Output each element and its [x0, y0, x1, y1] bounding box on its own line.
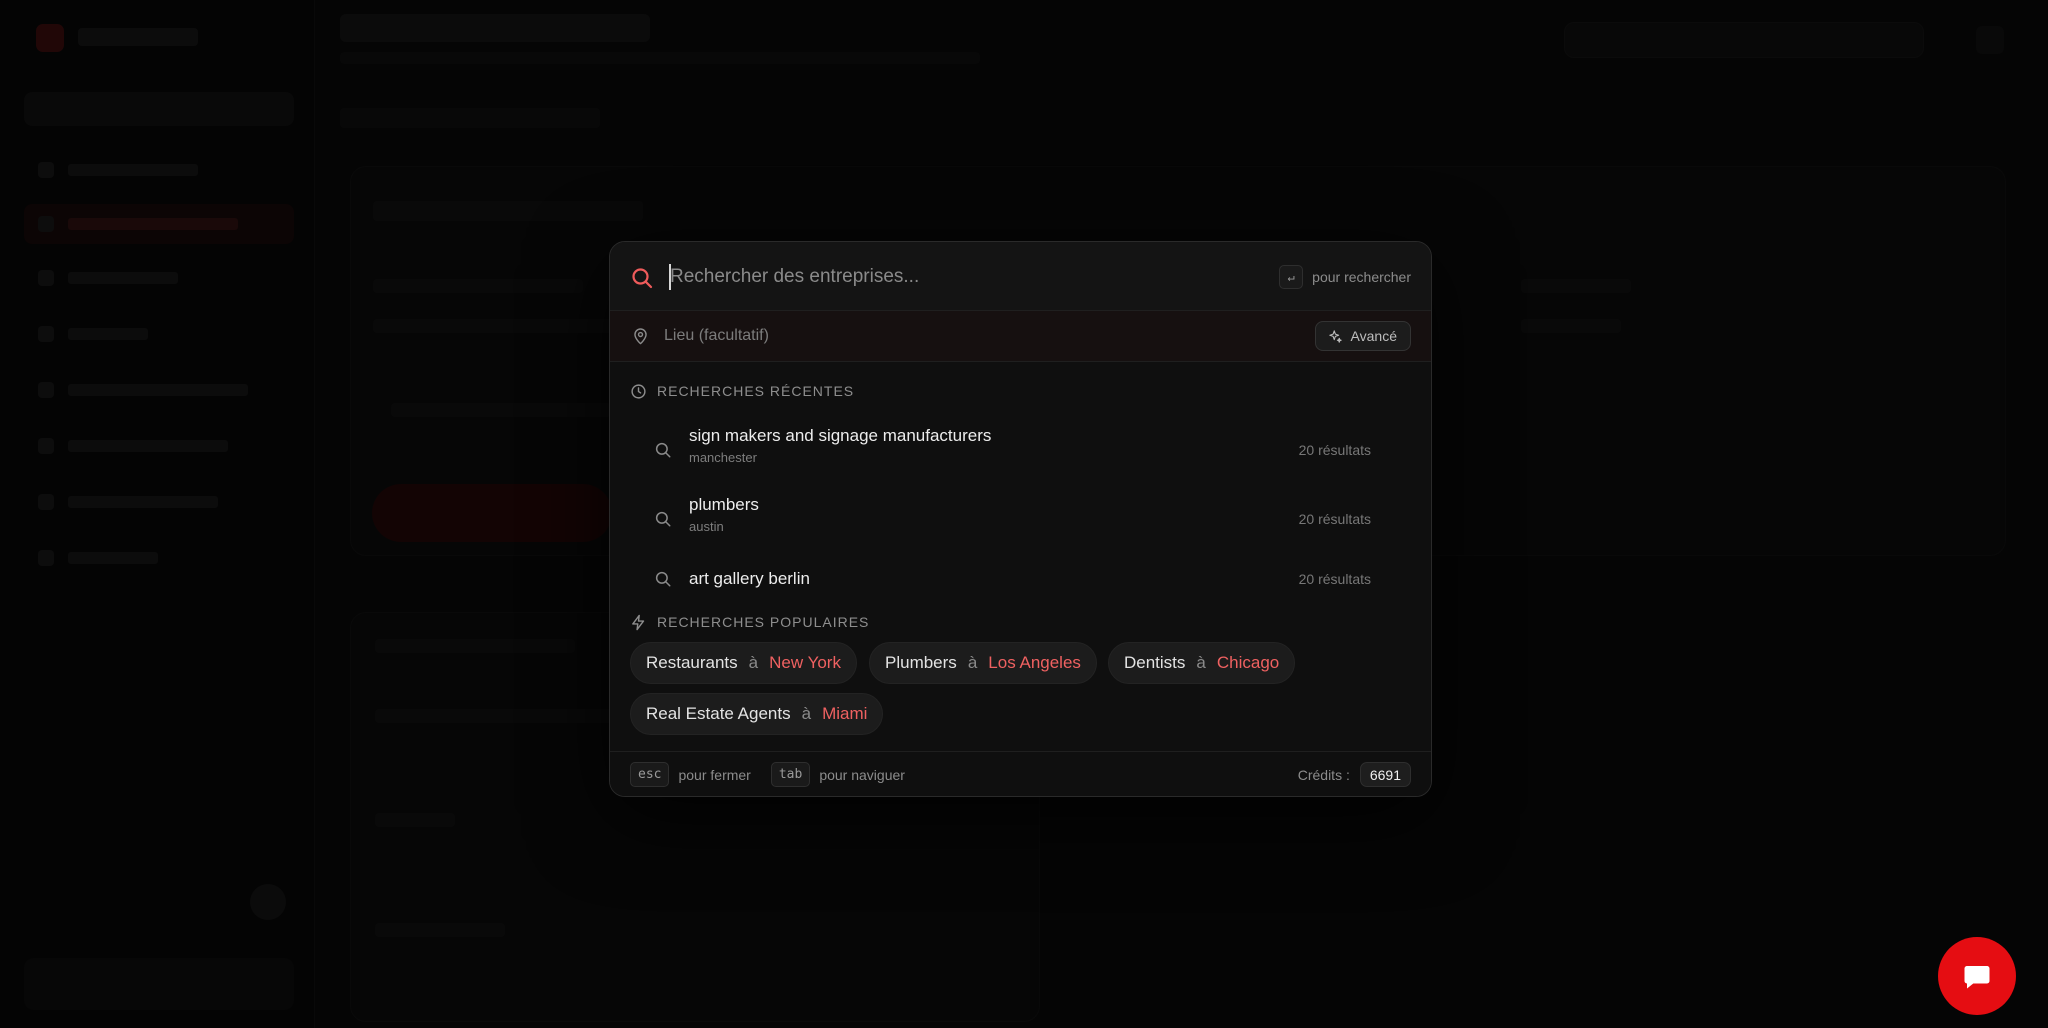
search-input[interactable]	[670, 260, 1230, 294]
recent-search-title: plumbers	[689, 495, 759, 514]
palette-footer: esc pour fermer tab pour naviguer Crédit…	[610, 751, 1431, 796]
search-icon	[655, 511, 671, 527]
location-row: Avancé	[610, 311, 1431, 362]
recent-search-count: 20 résultats	[1298, 511, 1371, 527]
search-palette: ↵ pour rechercher Avancé RECHERCHES RÉCE…	[609, 241, 1432, 797]
tab-key: tab	[770, 762, 811, 787]
recent-search-item[interactable]: plumbers austin 20 résultats	[630, 487, 1413, 551]
recent-search-title: art gallery berlin	[689, 569, 810, 588]
popular-search-chip[interactable]: Plumbers à Los Angeles	[869, 642, 1097, 684]
clock-icon	[631, 383, 646, 399]
popular-search-chip[interactable]: Restaurants à New York	[630, 642, 857, 684]
enter-key: ↵	[1279, 265, 1304, 289]
credits-label: Crédits :	[1297, 766, 1350, 783]
map-pin-icon	[634, 328, 647, 345]
advanced-label: Avancé	[1350, 328, 1397, 344]
text-caret	[669, 264, 671, 290]
tab-hint: pour naviguer	[819, 766, 905, 783]
popular-search-chip[interactable]: Real Estate Agents à Miami	[630, 693, 884, 735]
chat-bubble-icon	[1964, 966, 1990, 989]
popular-heading-label: RECHERCHES POPULAIRES	[657, 614, 870, 630]
advanced-button[interactable]: Avancé	[1314, 321, 1411, 351]
popular-searches-heading: RECHERCHES POPULAIRES	[630, 612, 869, 632]
location-input[interactable]	[664, 323, 1164, 349]
lightning-icon	[632, 614, 645, 630]
chip-location: Miami	[822, 704, 868, 723]
chat-button[interactable]	[1938, 937, 2016, 1015]
recent-search-location: manchester	[689, 450, 757, 465]
esc-key: esc	[630, 762, 670, 787]
chip-location: New York	[769, 653, 841, 672]
chip-separator: à	[1196, 653, 1206, 672]
esc-hint: pour fermer	[678, 766, 751, 783]
chip-location: Chicago	[1216, 653, 1280, 672]
recent-search-item[interactable]: sign makers and signage manufacturers ma…	[630, 418, 1413, 482]
chip-term: Plumbers	[885, 653, 957, 672]
credits: Crédits : 6691	[1298, 762, 1411, 787]
enter-hint-label: pour rechercher	[1312, 269, 1411, 285]
chip-separator: à	[801, 704, 812, 723]
chip-location: Los Angeles	[988, 653, 1081, 672]
chip-separator: à	[748, 653, 759, 672]
recent-searches-heading: RECHERCHES RÉCENTES	[630, 381, 854, 401]
recent-search-count: 20 résultats	[1298, 571, 1371, 587]
recent-search-item[interactable]: art gallery berlin 20 résultats	[630, 556, 1413, 602]
sparkles-icon	[1328, 329, 1342, 343]
recent-search-count: 20 résultats	[1298, 442, 1371, 458]
chip-term: Restaurants	[646, 653, 738, 672]
recent-search-location: austin	[689, 519, 724, 534]
chip-separator: à	[967, 653, 978, 672]
search-row: ↵ pour rechercher	[610, 242, 1431, 311]
popular-search-chip[interactable]: Dentists à Chicago	[1108, 642, 1296, 684]
search-icon	[655, 571, 671, 587]
recent-search-title: sign makers and signage manufacturers	[689, 426, 992, 445]
keyboard-hints: esc pour fermer tab pour naviguer	[630, 762, 916, 787]
search-icon	[632, 268, 653, 289]
recent-heading-label: RECHERCHES RÉCENTES	[657, 383, 855, 399]
enter-hint: ↵ pour rechercher	[1279, 264, 1411, 290]
chip-term: Dentists	[1124, 653, 1186, 672]
credits-badge: 6691	[1359, 762, 1411, 787]
search-icon	[655, 442, 671, 458]
chip-term: Real Estate Agents	[646, 704, 791, 723]
